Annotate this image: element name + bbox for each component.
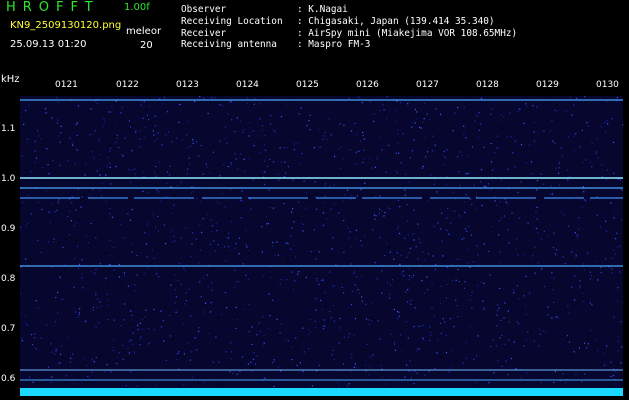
receiver-value: : AirSpy mini (Miakejima VOR 108.65MHz) [297, 28, 518, 39]
observer-value: : K.Nagai [297, 4, 348, 15]
y-axis-unit: kHz [1, 74, 20, 85]
antenna-value: : Maspro FM-3 [297, 39, 371, 50]
noise-field [20, 96, 623, 388]
spectrogram-svg [20, 96, 623, 396]
y-tick-0-9: 0.9 [1, 224, 16, 234]
x-tick-0126: 0126 [356, 80, 379, 90]
x-tick-0130: 0130 [596, 80, 619, 90]
observer-row: Observer : K.Nagai [181, 4, 348, 15]
x-tick-0123: 0123 [176, 80, 199, 90]
location-row: Receiving Location : Chigasaki, Japan (13… [181, 16, 495, 27]
count-label: 20 [140, 40, 153, 51]
y-tick-1-1: 1.1 [1, 124, 16, 134]
x-tick-0127: 0127 [416, 80, 439, 90]
location-value: : Chigasaki, Japan (139.414 35.340) [297, 16, 495, 27]
y-tick-0-6: 0.6 [1, 374, 16, 384]
y-tick-1-0: 1.0 [1, 174, 16, 184]
app-title: HROFFT [6, 0, 100, 15]
x-tick-0124: 0124 [236, 80, 259, 90]
x-tick-0128: 0128 [476, 80, 499, 90]
mode-label: meleor [126, 26, 162, 37]
bottom-noise-band [20, 388, 623, 396]
location-key: Receiving Location [181, 16, 283, 27]
version-label: 1.00f [124, 2, 150, 13]
x-tick-0121: 0121 [55, 80, 78, 90]
receiver-row: Receiver : AirSpy mini (Miakejima VOR 108… [181, 28, 517, 39]
antenna-key: Receiving antenna [181, 39, 277, 50]
spectrogram-plot [20, 96, 623, 396]
y-tick-0-7: 0.7 [1, 324, 16, 334]
filename-label: KN9_2509130120.png [10, 20, 122, 31]
x-tick-0122: 0122 [116, 80, 139, 90]
x-tick-0129: 0129 [536, 80, 559, 90]
y-tick-0-8: 0.8 [1, 274, 16, 284]
x-tick-0125: 0125 [296, 80, 319, 90]
observer-key: Observer [181, 4, 227, 15]
antenna-row: Receiving antenna : Maspro FM-3 [181, 39, 370, 50]
datetime-label: 25.09.13 01:20 [10, 39, 87, 50]
receiver-key: Receiver [181, 28, 227, 39]
